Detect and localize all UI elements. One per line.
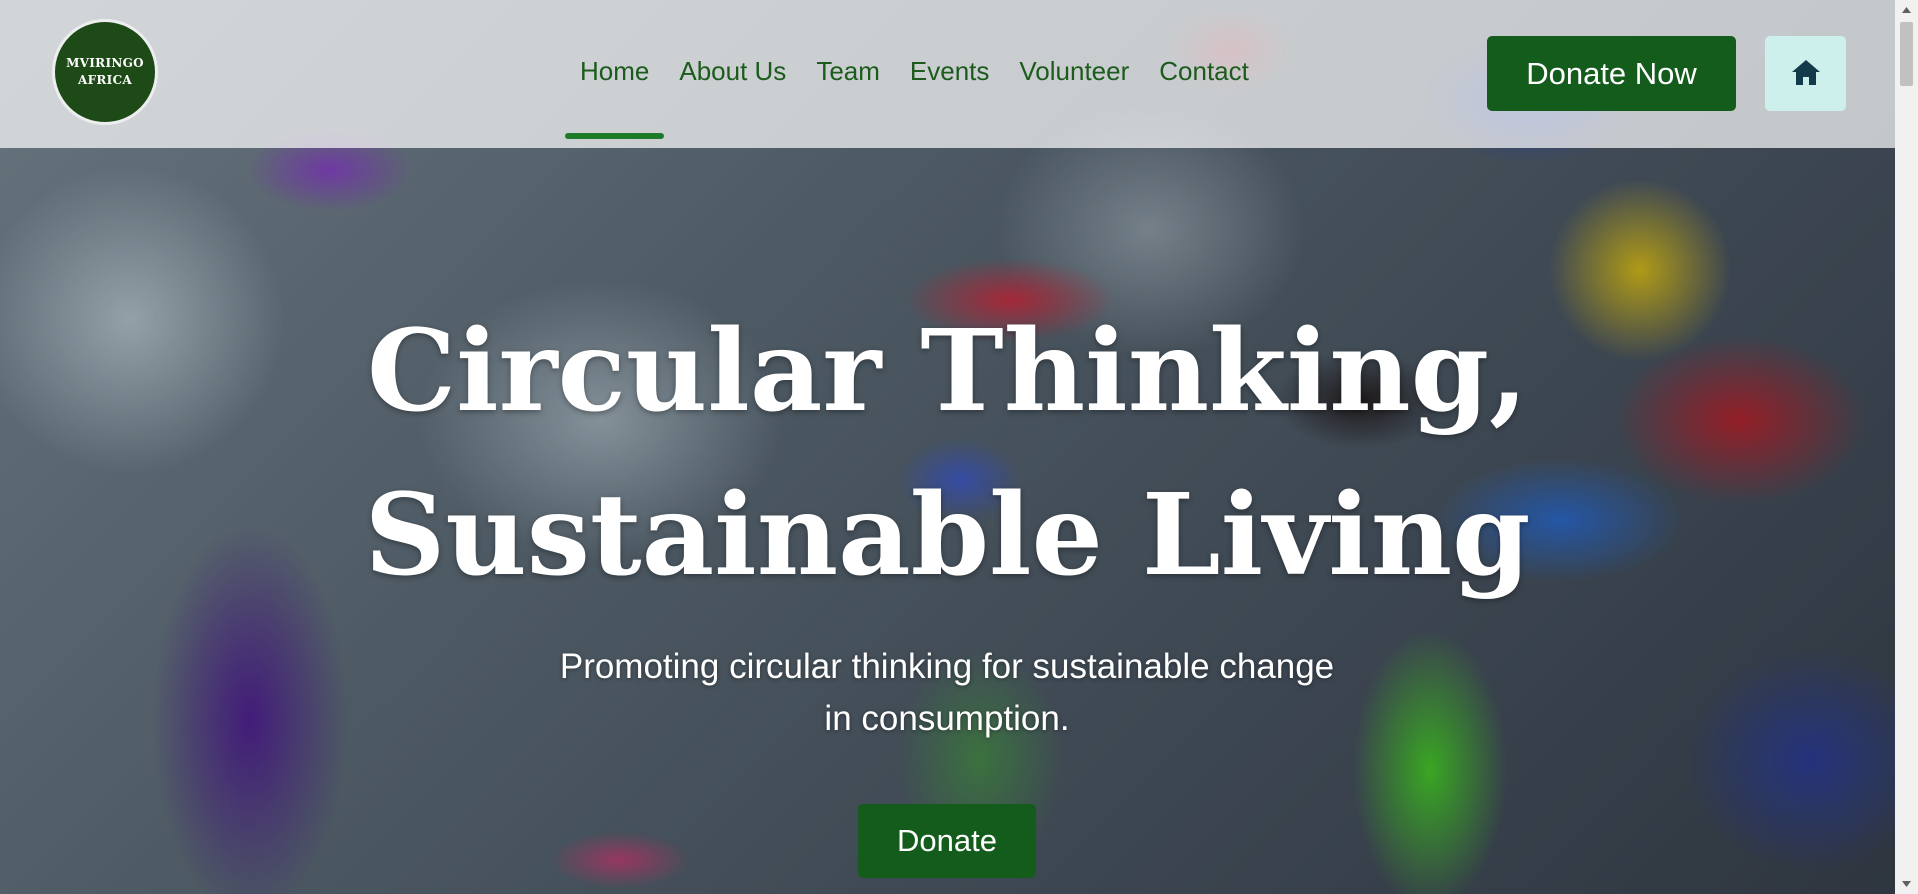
- main-nav: Home About Us Team Events Volunteer Cont…: [565, 52, 1264, 139]
- home-icon: [1791, 58, 1821, 90]
- donate-now-button[interactable]: Donate Now: [1487, 36, 1736, 111]
- logo-text: MVIRINGO AFRICA: [66, 56, 144, 87]
- hero-subtitle: Promoting circular thinking for sustaina…: [497, 641, 1397, 745]
- hero-title: Circular Thinking, Sustainable Living: [0, 290, 1895, 618]
- nav-item-events[interactable]: Events: [895, 52, 1005, 91]
- home-button[interactable]: [1765, 36, 1846, 111]
- nav-item-about-us[interactable]: About Us: [664, 52, 801, 91]
- site-header: MVIRINGO AFRICA Home About Us Team Event…: [0, 0, 1895, 148]
- scroll-down-arrow-icon[interactable]: [1895, 874, 1918, 894]
- scroll-up-arrow-icon[interactable]: [1895, 0, 1918, 20]
- nav-item-volunteer[interactable]: Volunteer: [1004, 52, 1144, 91]
- hero-subtitle-line-2: in consumption.: [824, 699, 1070, 738]
- hero-title-line-1: Circular Thinking,: [366, 306, 1529, 437]
- nav-item-home[interactable]: Home: [565, 52, 665, 139]
- hero-donate-button[interactable]: Donate: [858, 804, 1036, 878]
- hero-title-line-2: Sustainable Living: [364, 470, 1531, 601]
- hero-subtitle-line-1: Promoting circular thinking for sustaina…: [559, 647, 1335, 686]
- nav-item-team[interactable]: Team: [801, 52, 895, 91]
- nav-item-contact[interactable]: Contact: [1144, 52, 1264, 91]
- logo[interactable]: MVIRINGO AFRICA: [55, 22, 155, 122]
- page: MVIRINGO AFRICA Home About Us Team Event…: [0, 0, 1918, 894]
- scrollbar-thumb[interactable]: [1900, 22, 1913, 86]
- vertical-scrollbar[interactable]: [1895, 0, 1918, 894]
